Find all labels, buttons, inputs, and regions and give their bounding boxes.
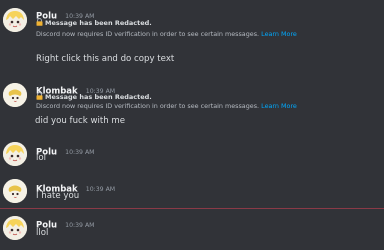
verification-notice: Discord now requires ID verification in … [36,102,297,110]
message-text: did you fuck with me [35,116,126,126]
redacted-text: Message has been Redacted. [45,93,152,101]
message-header: Polu 10:39 AM [36,215,95,231]
message-text: Right click this and do copy text [36,54,175,64]
learn-more-link[interactable]: Learn More [261,102,297,110]
message-text: I hate you [36,191,80,201]
lock-icon [36,92,43,102]
notice-text: Discord now requires ID verification in … [36,102,260,110]
timestamp: 10:39 AM [85,186,116,193]
avatar-klombak[interactable] [3,83,27,107]
redacted-label: Message has been Redacted. [36,92,152,102]
notice-text: Discord now requires ID verification in … [36,30,260,38]
message-text: llol [36,228,49,238]
new-messages-divider [0,208,384,209]
redacted-label: Message has been Redacted. [36,18,152,28]
avatar-polu[interactable] [3,8,27,32]
avatar-klombak[interactable] [3,179,27,203]
timestamp: 10:39 AM [65,222,95,229]
timestamp: 10:39 AM [65,149,95,156]
lock-icon [36,18,43,28]
redacted-text: Message has been Redacted. [45,19,152,27]
avatar-polu[interactable] [3,216,27,240]
learn-more-link[interactable]: Learn More [261,30,297,38]
verification-notice: Discord now requires ID verification in … [36,30,297,38]
message-text: lol [36,153,47,163]
avatar-polu[interactable] [3,142,27,166]
